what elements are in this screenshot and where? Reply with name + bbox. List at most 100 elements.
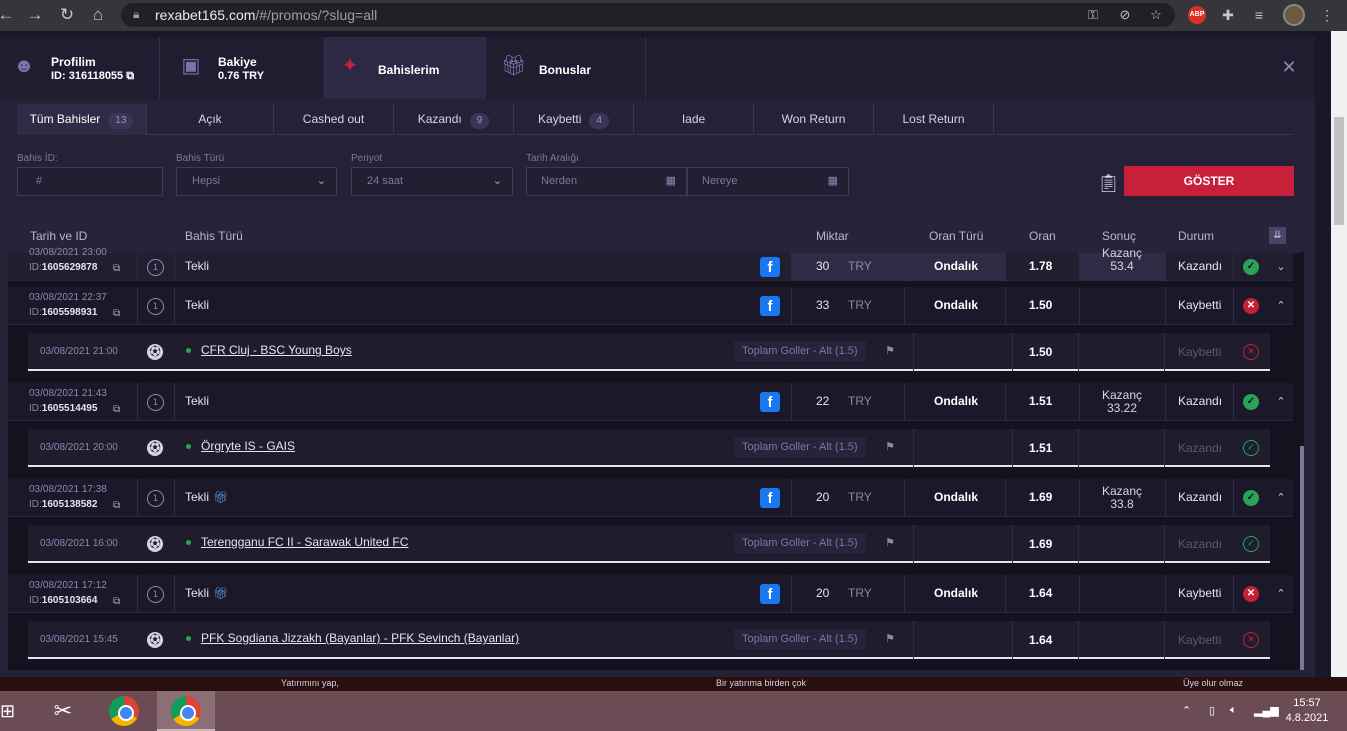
info-icon[interactable]: ⚑	[883, 344, 897, 358]
bet-row[interactable]: 03/08/2021 21:43 ID:1605514495 ⧉ 1 Tekli f 22 T…	[8, 383, 1293, 421]
column-divider	[791, 287, 792, 325]
table-scrollbar-thumb[interactable]	[1300, 446, 1304, 670]
bet-odds: 1.51	[1029, 394, 1053, 408]
bet-row[interactable]: 03/08/2021 17:38 ID:1605138582 ⧉ 1 Tekli 🎁︎ f 2…	[8, 479, 1293, 517]
battery-icon[interactable]: ▯	[1209, 704, 1215, 717]
status-tab[interactable]: Cashed out	[274, 104, 394, 135]
chevron-up-icon[interactable]: ⌃	[1274, 491, 1288, 505]
facebook-share-icon[interactable]: f	[760, 392, 780, 412]
status-tab[interactable]: Kaybetti 4	[514, 104, 634, 135]
reload-icon[interactable]: ↻	[57, 5, 77, 25]
col-amount[interactable]: Miktar	[816, 229, 849, 243]
copy-icon[interactable]: ⧉	[113, 500, 123, 511]
forward-icon[interactable]: →	[25, 5, 45, 25]
tab-profile[interactable]: ☻ Profilim ID: 316118055 ⧉	[0, 37, 160, 99]
windows-start-icon[interactable]: ⊞	[0, 700, 22, 722]
taskbar-app-tool[interactable]: ✂	[34, 691, 92, 731]
close-icon[interactable]: ✕	[1280, 58, 1298, 76]
tab-balance[interactable]: ▣ Bakiye 0.76 TRY	[160, 37, 325, 99]
chevron-up-icon[interactable]: ⌃	[1274, 299, 1288, 313]
taskbar-app-chrome[interactable]	[95, 691, 153, 731]
column-divider	[1164, 621, 1165, 659]
bet-row[interactable]: 03/08/2021 17:12 ID:1605103664 ⧉ 1 Tekli 🎁︎ f 2…	[8, 575, 1293, 613]
clipboard-icon[interactable]: 📋︎	[1097, 171, 1120, 195]
facebook-share-icon[interactable]: f	[760, 296, 780, 316]
collapse-all-icon[interactable]: ⇊	[1269, 227, 1286, 244]
match-link[interactable]: PFK Sogdiana Jizzakh (Bayanlar) - PFK Se…	[201, 631, 519, 645]
system-clock[interactable]: 15:57 4.8.2021	[1282, 696, 1332, 726]
check-circle-icon: ✓	[1243, 536, 1259, 552]
banner-text: Bir yatırıma birden çok	[716, 678, 807, 688]
status-tab[interactable]: Lost Return	[874, 104, 994, 135]
date-to-input[interactable]: Nereye ▦	[687, 167, 849, 196]
copy-icon[interactable]: ⧉	[113, 404, 123, 415]
taskbar-app-chrome-active[interactable]	[157, 691, 215, 731]
status-tab[interactable]: Tüm Bahisler 13	[17, 104, 147, 135]
tab-bonuses[interactable]: 🎁︎ Bonuslar	[486, 37, 646, 99]
menu-icon[interactable]: ⋮	[1318, 6, 1336, 24]
address-bar[interactable]: 🔒︎ rexabet165.com/#/promos/?slug=all ⚿ ⊘…	[121, 3, 1175, 27]
chevron-down-icon[interactable]: ⌄	[1274, 260, 1288, 274]
page-scrollbar[interactable]	[1331, 31, 1347, 677]
key-icon[interactable]: ⚿	[1085, 7, 1101, 23]
network-icon[interactable]: ▂▄▆	[1254, 704, 1279, 717]
adblock-icon[interactable]: ABP	[1188, 6, 1206, 24]
bet-type-select[interactable]: Hepsi ⌄	[176, 167, 337, 196]
col-bet-type[interactable]: Bahis Türü	[185, 229, 243, 243]
star-icon[interactable]: ☆	[1148, 7, 1164, 23]
col-odds[interactable]: Oran	[1029, 229, 1056, 243]
copy-icon[interactable]: ⧉	[126, 70, 134, 82]
facebook-share-icon[interactable]: f	[760, 584, 780, 604]
column-divider	[913, 525, 914, 563]
info-icon[interactable]: ⚑	[883, 440, 897, 454]
match-link[interactable]: CFR Cluj - BSC Young Boys	[201, 343, 352, 357]
facebook-share-icon[interactable]: f	[760, 488, 780, 508]
info-icon[interactable]: ⚑	[883, 536, 897, 550]
col-result[interactable]: Sonuç	[1102, 229, 1136, 243]
selection-status: Kaybetti	[1178, 633, 1222, 647]
show-button[interactable]: GÖSTER	[1124, 166, 1294, 196]
info-icon[interactable]: ⚑	[883, 632, 897, 646]
column-divider	[1078, 621, 1079, 659]
status-tab[interactable]: Iade	[634, 104, 754, 135]
col-date-id[interactable]: Tarih ve ID	[30, 229, 87, 243]
profile-avatar[interactable]	[1283, 4, 1305, 26]
bet-date: 03/08/2021 21:43	[29, 388, 107, 399]
column-divider	[174, 575, 175, 613]
chevron-up-icon[interactable]: ⌃	[1274, 587, 1288, 601]
bet-id-input[interactable]: #	[17, 167, 163, 196]
odds-type: Ondalık	[934, 298, 979, 312]
copy-icon[interactable]: ⧉	[113, 308, 123, 319]
match-link[interactable]: Örgryte IS - GAIS	[201, 439, 295, 453]
table-scrollbar[interactable]	[1300, 252, 1304, 670]
copy-icon[interactable]: ⧉	[113, 596, 123, 607]
puzzle-icon[interactable]: ✚	[1219, 6, 1237, 24]
period-select[interactable]: 24 saat ⌄	[351, 167, 513, 196]
tray-chevron-icon[interactable]: ⌃	[1182, 704, 1191, 717]
bet-row[interactable]: 03/08/2021 23:00 ID:1605629878 ⧉ 1 Tekli f 30 T…	[8, 247, 1293, 281]
col-status[interactable]: Durum	[1178, 229, 1214, 243]
date-from-input[interactable]: Nerden ▦	[526, 167, 687, 196]
selection-count-icon: 1	[147, 393, 164, 411]
tab-my-bets[interactable]: ✦ Bahislerim	[325, 37, 486, 99]
facebook-share-icon[interactable]: f	[760, 257, 780, 277]
home-icon[interactable]: ⌂	[88, 5, 108, 25]
bet-id-value: 1605103664	[41, 595, 98, 606]
match-link[interactable]: Terengganu FC II - Sarawak United FC	[201, 535, 408, 549]
volume-icon[interactable]: 🔈︎	[1230, 704, 1237, 717]
status-tab[interactable]: Kazandı 9	[394, 104, 514, 135]
back-icon[interactable]: ←	[0, 5, 16, 25]
selection-odds: 1.64	[1029, 633, 1053, 647]
bet-currency: TRY	[848, 586, 872, 600]
chevron-up-icon[interactable]: ⌃	[1274, 395, 1288, 409]
bet-row[interactable]: 03/08/2021 22:37 ID:1605598931 ⧉ 1 Tekli f 33 T…	[8, 287, 1293, 325]
page-scrollbar-thumb[interactable]	[1334, 117, 1344, 225]
playlist-icon[interactable]: ≡	[1250, 6, 1268, 24]
eye-off-icon[interactable]: ⊘	[1117, 7, 1133, 23]
status-tab[interactable]: Won Return	[754, 104, 874, 135]
bet-status: Kazandı	[1178, 259, 1223, 273]
col-odds-type[interactable]: Oran Türü	[929, 229, 983, 243]
copy-icon[interactable]: ⧉	[113, 263, 123, 274]
bet-id: ID:1605514495	[29, 403, 97, 414]
status-tab[interactable]: Açık	[147, 104, 274, 135]
